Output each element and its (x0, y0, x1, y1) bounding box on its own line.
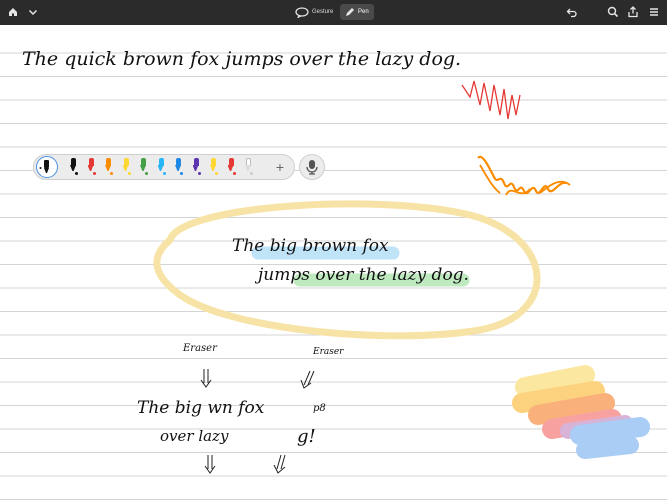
pen-dot (197, 172, 201, 175)
pen-swatch[interactable] (173, 158, 183, 178)
pen-label: Pen (358, 9, 369, 15)
selected-pen-indicator[interactable] (36, 156, 58, 178)
pen-cap (88, 158, 94, 166)
pen-dot (215, 172, 218, 175)
pen-dot (162, 172, 166, 175)
red-scribble (461, 80, 521, 120)
eraser-note-right: Eraser (313, 347, 344, 357)
erased-text-line-2: over lazy (160, 427, 229, 445)
down-arrow-icon (200, 369, 212, 388)
search-icon[interactable] (604, 3, 622, 21)
pen-cap (193, 158, 199, 166)
pen-cap (228, 158, 234, 166)
pen-dot (145, 172, 148, 175)
pen-cap (106, 158, 111, 166)
add-pen-button[interactable]: + (272, 159, 288, 175)
voice-input-button[interactable] (299, 154, 325, 180)
fountain-pen-icon (39, 160, 49, 173)
pen-cap (123, 158, 129, 166)
home-icon[interactable] (4, 3, 22, 21)
orange-scribble (477, 155, 567, 195)
pen-dot (110, 172, 113, 175)
pen-swatch[interactable] (121, 158, 131, 178)
erased-text-line-1: The big wn fox (137, 398, 265, 418)
pen-cap (71, 158, 76, 166)
pen-nib (192, 165, 199, 171)
pen-nib (175, 165, 181, 171)
note-canvas[interactable]: The quick brown fox jumps over the lazy … (0, 25, 667, 500)
pen-swatch[interactable] (138, 158, 148, 178)
pen-swatch[interactable] (243, 158, 253, 178)
pen-nib (122, 165, 129, 171)
eraser-note-left: Eraser (183, 343, 217, 354)
pen-nib (105, 165, 111, 171)
pen-nib (70, 165, 76, 171)
speech-bubble-icon (295, 6, 309, 18)
microphone-icon (306, 160, 318, 175)
pen-swatch[interactable] (156, 158, 166, 178)
pen-dot (75, 172, 78, 175)
pen-dot (232, 172, 236, 175)
pen-swatch[interactable] (191, 158, 201, 178)
pen-palette: + (33, 154, 295, 180)
pen-cap (211, 158, 216, 166)
pen-swatch[interactable] (208, 158, 218, 178)
erased-tail: p8 (313, 403, 326, 414)
pen-cap (158, 158, 164, 166)
menu-icon[interactable] (645, 3, 663, 21)
gesture-label: Gesture (312, 9, 334, 15)
pen-swatch[interactable] (68, 158, 78, 178)
handwritten-line: The quick brown fox jumps over the lazy … (22, 48, 462, 70)
circled-text-line-2: jumps over the lazy dog. (258, 265, 469, 285)
pen-nib (210, 165, 216, 171)
pen-swatch[interactable] (86, 158, 96, 178)
pen-nib (157, 165, 164, 171)
pen-dot (180, 172, 183, 175)
pen-cap (141, 158, 146, 166)
pen-swatch[interactable] (103, 158, 113, 178)
gesture-mode-button[interactable]: Gesture (290, 4, 338, 20)
pencil-icon (346, 8, 354, 16)
pen-cap (176, 158, 181, 166)
share-icon[interactable] (624, 3, 642, 21)
ink-layer (153, 80, 650, 474)
pen-nib (227, 165, 234, 171)
top-toolbar: Gesture Pen (0, 0, 667, 25)
pen-nib (87, 165, 94, 171)
erased-mark: g! (297, 426, 316, 447)
undo-icon[interactable] (563, 3, 581, 21)
circled-text-line-1: The big brown fox (232, 236, 389, 256)
chevron-down-icon[interactable] (24, 3, 42, 21)
pen-mode-button[interactable]: Pen (340, 4, 374, 20)
pen-nib (140, 165, 146, 171)
pen-nib (245, 165, 251, 171)
pen-dot (250, 172, 253, 175)
pen-cap (246, 158, 251, 166)
pen-dot (92, 172, 96, 175)
pen-swatch[interactable] (226, 158, 236, 178)
pen-dot (127, 172, 131, 175)
